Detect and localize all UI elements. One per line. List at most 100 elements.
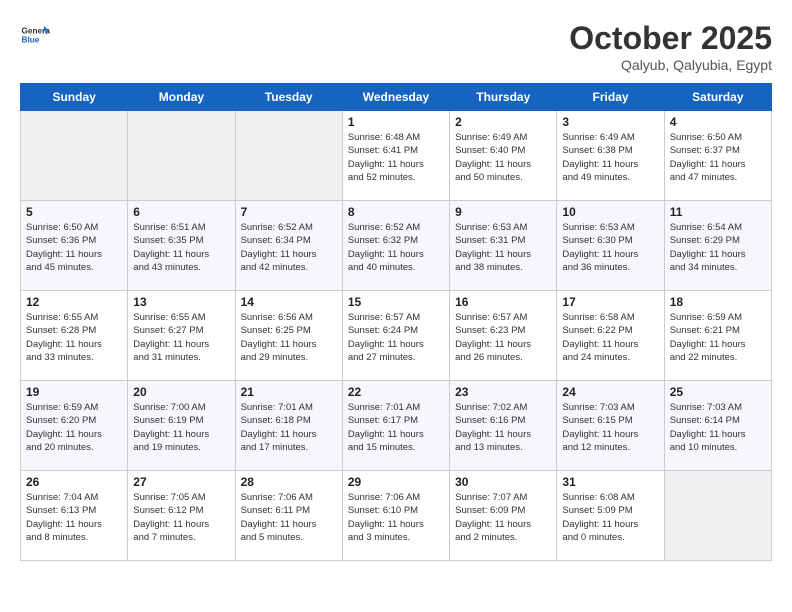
calendar-cell bbox=[128, 111, 235, 201]
calendar-cell: 19 Sunrise: 6:59 AM Sunset: 6:20 PM Dayli… bbox=[21, 381, 128, 471]
calendar-cell: 30 Sunrise: 7:07 AM Sunset: 6:09 PM Dayli… bbox=[450, 471, 557, 561]
calendar-cell: 3Sunrise: 6:49 AM Sunset: 6:38 PM Daylig… bbox=[557, 111, 664, 201]
calendar-cell: 23 Sunrise: 7:02 AM Sunset: 6:16 PM Dayli… bbox=[450, 381, 557, 471]
day-info: Sunrise: 6:57 AM Sunset: 6:24 PM Dayligh… bbox=[348, 311, 444, 364]
day-info: Sunrise: 7:01 AM Sunset: 6:18 PM Dayligh… bbox=[241, 401, 337, 454]
day-info: Sunrise: 6:49 AM Sunset: 6:40 PM Dayligh… bbox=[455, 131, 551, 184]
day-number: 11 bbox=[670, 205, 766, 219]
day-info: Sunrise: 6:55 AM Sunset: 6:27 PM Dayligh… bbox=[133, 311, 229, 364]
day-info: Sunrise: 6:50 AM Sunset: 6:36 PM Dayligh… bbox=[26, 221, 122, 274]
calendar-cell: 6 Sunrise: 6:51 AM Sunset: 6:35 PM Daylig… bbox=[128, 201, 235, 291]
day-info: Sunrise: 7:06 AM Sunset: 6:11 PM Dayligh… bbox=[241, 491, 337, 544]
day-number: 10 bbox=[562, 205, 658, 219]
calendar-week-row: 12Sunrise: 6:55 AM Sunset: 6:28 PM Dayli… bbox=[21, 291, 772, 381]
day-info: Sunrise: 7:06 AM Sunset: 6:10 PM Dayligh… bbox=[348, 491, 444, 544]
day-info: Sunrise: 6:53 AM Sunset: 6:30 PM Dayligh… bbox=[562, 221, 658, 274]
calendar-week-row: 5 Sunrise: 6:50 AM Sunset: 6:36 PM Daylig… bbox=[21, 201, 772, 291]
day-number: 26 bbox=[26, 475, 122, 489]
day-number: 9 bbox=[455, 205, 551, 219]
calendar-cell: 14Sunrise: 6:56 AM Sunset: 6:25 PM Dayli… bbox=[235, 291, 342, 381]
day-number: 30 bbox=[455, 475, 551, 489]
day-info: Sunrise: 6:08 AM Sunset: 5:09 PM Dayligh… bbox=[562, 491, 658, 544]
day-info: Sunrise: 7:07 AM Sunset: 6:09 PM Dayligh… bbox=[455, 491, 551, 544]
calendar-cell bbox=[664, 471, 771, 561]
day-info: Sunrise: 6:52 AM Sunset: 6:32 PM Dayligh… bbox=[348, 221, 444, 274]
calendar-cell: 2 Sunrise: 6:49 AM Sunset: 6:40 PM Daylig… bbox=[450, 111, 557, 201]
calendar-week-row: 26 Sunrise: 7:04 AM Sunset: 6:13 PM Dayli… bbox=[21, 471, 772, 561]
day-number: 5 bbox=[26, 205, 122, 219]
calendar-cell: 7 Sunrise: 6:52 AM Sunset: 6:34 PM Daylig… bbox=[235, 201, 342, 291]
day-number: 6 bbox=[133, 205, 229, 219]
day-number: 23 bbox=[455, 385, 551, 399]
weekday-header-row: SundayMondayTuesdayWednesdayThursdayFrid… bbox=[21, 84, 772, 111]
day-number: 17 bbox=[562, 295, 658, 309]
calendar-cell: 13 Sunrise: 6:55 AM Sunset: 6:27 PM Dayli… bbox=[128, 291, 235, 381]
day-number: 20 bbox=[133, 385, 229, 399]
day-info: Sunrise: 7:02 AM Sunset: 6:16 PM Dayligh… bbox=[455, 401, 551, 454]
day-info: Sunrise: 6:56 AM Sunset: 6:25 PM Dayligh… bbox=[241, 311, 337, 364]
day-number: 7 bbox=[241, 205, 337, 219]
day-info: Sunrise: 6:57 AM Sunset: 6:23 PM Dayligh… bbox=[455, 311, 551, 364]
weekday-header-tuesday: Tuesday bbox=[235, 84, 342, 111]
day-info: Sunrise: 6:54 AM Sunset: 6:29 PM Dayligh… bbox=[670, 221, 766, 274]
calendar-cell bbox=[235, 111, 342, 201]
logo: General Blue bbox=[20, 20, 50, 50]
day-info: Sunrise: 6:50 AM Sunset: 6:37 PM Dayligh… bbox=[670, 131, 766, 184]
day-number: 2 bbox=[455, 115, 551, 129]
day-number: 21 bbox=[241, 385, 337, 399]
day-info: Sunrise: 6:52 AM Sunset: 6:34 PM Dayligh… bbox=[241, 221, 337, 274]
svg-text:Blue: Blue bbox=[22, 36, 40, 45]
weekday-header-monday: Monday bbox=[128, 84, 235, 111]
calendar-cell: 17 Sunrise: 6:58 AM Sunset: 6:22 PM Dayli… bbox=[557, 291, 664, 381]
weekday-header-thursday: Thursday bbox=[450, 84, 557, 111]
day-number: 19 bbox=[26, 385, 122, 399]
day-info: Sunrise: 7:00 AM Sunset: 6:19 PM Dayligh… bbox=[133, 401, 229, 454]
weekday-header-saturday: Saturday bbox=[664, 84, 771, 111]
day-info: Sunrise: 6:53 AM Sunset: 6:31 PM Dayligh… bbox=[455, 221, 551, 274]
calendar-table: SundayMondayTuesdayWednesdayThursdayFrid… bbox=[20, 83, 772, 561]
day-number: 16 bbox=[455, 295, 551, 309]
calendar-cell: 25 Sunrise: 7:03 AM Sunset: 6:14 PM Dayli… bbox=[664, 381, 771, 471]
day-number: 18 bbox=[670, 295, 766, 309]
day-number: 12 bbox=[26, 295, 122, 309]
day-info: Sunrise: 6:49 AM Sunset: 6:38 PM Dayligh… bbox=[562, 131, 658, 184]
calendar-cell: 1Sunrise: 6:48 AM Sunset: 6:41 PM Daylig… bbox=[342, 111, 449, 201]
calendar-cell: 27Sunrise: 7:05 AM Sunset: 6:12 PM Dayli… bbox=[128, 471, 235, 561]
day-info: Sunrise: 7:03 AM Sunset: 6:14 PM Dayligh… bbox=[670, 401, 766, 454]
day-info: Sunrise: 6:59 AM Sunset: 6:20 PM Dayligh… bbox=[26, 401, 122, 454]
calendar-cell: 28 Sunrise: 7:06 AM Sunset: 6:11 PM Dayli… bbox=[235, 471, 342, 561]
day-number: 22 bbox=[348, 385, 444, 399]
calendar-cell: 31 Sunrise: 6:08 AM Sunset: 5:09 PM Dayli… bbox=[557, 471, 664, 561]
calendar-cell: 5 Sunrise: 6:50 AM Sunset: 6:36 PM Daylig… bbox=[21, 201, 128, 291]
day-info: Sunrise: 6:51 AM Sunset: 6:35 PM Dayligh… bbox=[133, 221, 229, 274]
calendar-cell: 10 Sunrise: 6:53 AM Sunset: 6:30 PM Dayli… bbox=[557, 201, 664, 291]
calendar-cell: 8Sunrise: 6:52 AM Sunset: 6:32 PM Daylig… bbox=[342, 201, 449, 291]
calendar-cell: 20 Sunrise: 7:00 AM Sunset: 6:19 PM Dayli… bbox=[128, 381, 235, 471]
calendar-cell bbox=[21, 111, 128, 201]
location-subtitle: Qalyub, Qalyubia, Egypt bbox=[569, 57, 772, 73]
day-number: 13 bbox=[133, 295, 229, 309]
calendar-cell: 4 Sunrise: 6:50 AM Sunset: 6:37 PM Daylig… bbox=[664, 111, 771, 201]
day-number: 25 bbox=[670, 385, 766, 399]
calendar-cell: 26 Sunrise: 7:04 AM Sunset: 6:13 PM Dayli… bbox=[21, 471, 128, 561]
calendar-week-row: 1Sunrise: 6:48 AM Sunset: 6:41 PM Daylig… bbox=[21, 111, 772, 201]
calendar-cell: 18Sunrise: 6:59 AM Sunset: 6:21 PM Dayli… bbox=[664, 291, 771, 381]
title-block: October 2025 Qalyub, Qalyubia, Egypt bbox=[569, 20, 772, 73]
calendar-week-row: 19 Sunrise: 6:59 AM Sunset: 6:20 PM Dayli… bbox=[21, 381, 772, 471]
day-number: 15 bbox=[348, 295, 444, 309]
calendar-cell: 16 Sunrise: 6:57 AM Sunset: 6:23 PM Dayli… bbox=[450, 291, 557, 381]
calendar-cell: 29 Sunrise: 7:06 AM Sunset: 6:10 PM Dayli… bbox=[342, 471, 449, 561]
weekday-header-sunday: Sunday bbox=[21, 84, 128, 111]
day-info: Sunrise: 7:04 AM Sunset: 6:13 PM Dayligh… bbox=[26, 491, 122, 544]
month-title: October 2025 bbox=[569, 20, 772, 57]
weekday-header-friday: Friday bbox=[557, 84, 664, 111]
calendar-cell: 21 Sunrise: 7:01 AM Sunset: 6:18 PM Dayli… bbox=[235, 381, 342, 471]
day-number: 28 bbox=[241, 475, 337, 489]
calendar-cell: 24Sunrise: 7:03 AM Sunset: 6:15 PM Dayli… bbox=[557, 381, 664, 471]
day-number: 27 bbox=[133, 475, 229, 489]
day-number: 31 bbox=[562, 475, 658, 489]
day-number: 4 bbox=[670, 115, 766, 129]
day-info: Sunrise: 6:58 AM Sunset: 6:22 PM Dayligh… bbox=[562, 311, 658, 364]
calendar-cell: 11 Sunrise: 6:54 AM Sunset: 6:29 PM Dayli… bbox=[664, 201, 771, 291]
day-number: 29 bbox=[348, 475, 444, 489]
